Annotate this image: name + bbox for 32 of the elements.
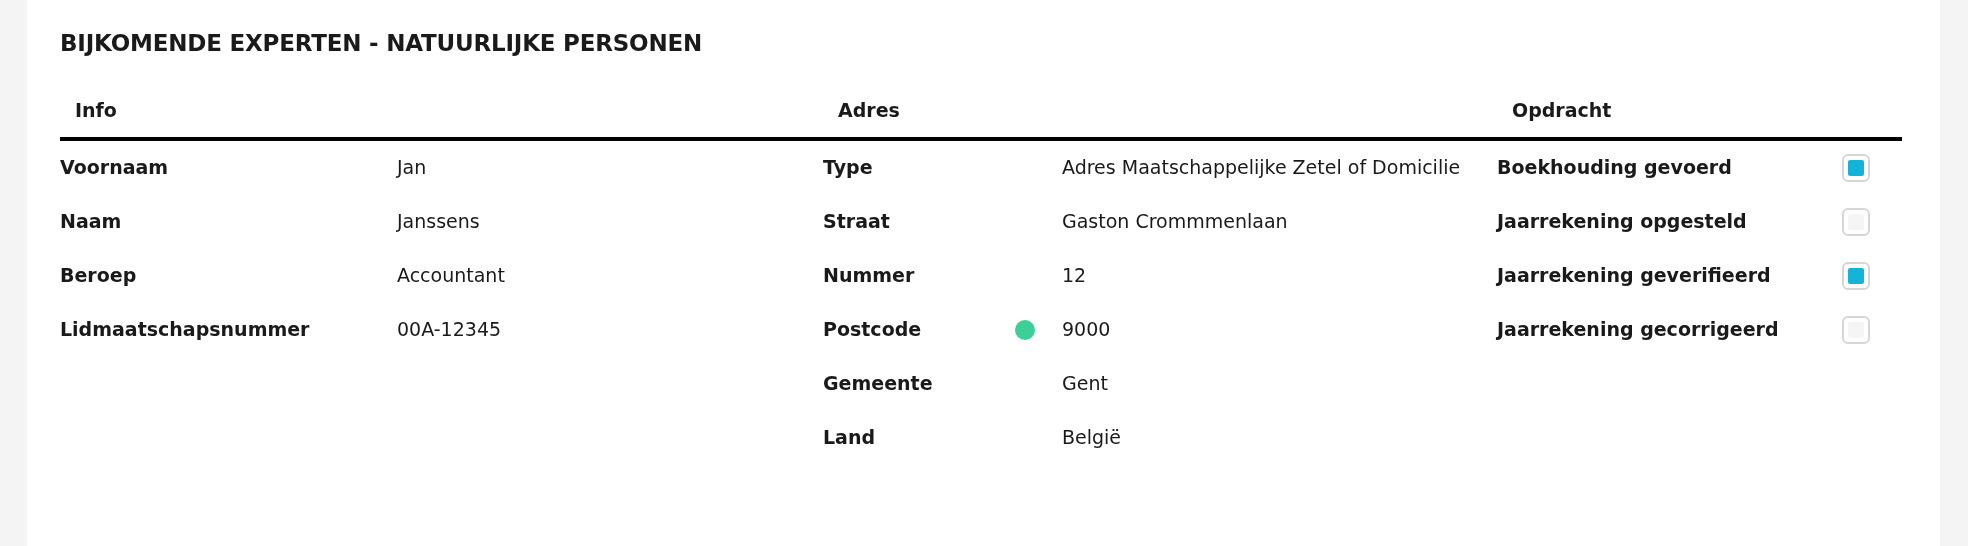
field-label: Jaarrekening opgesteld [1497, 209, 1748, 235]
field-label: Jaarrekening geverifieerd [1497, 263, 1772, 289]
field-label: Straat [823, 209, 891, 235]
checkbox[interactable] [1842, 153, 1870, 182]
field-label: Nummer [823, 263, 916, 289]
field-value: 00A-12345 [397, 316, 503, 342]
field-value: Accountant [397, 262, 506, 288]
section-title: BIJKOMENDE EXPERTEN - NATUURLIJKE PERSONEN [60, 30, 704, 58]
column-heading: Opdracht [1497, 90, 1902, 141]
field-label: Type [823, 155, 874, 181]
field-value: België [1062, 424, 1123, 450]
checkbox[interactable] [1842, 315, 1870, 344]
column-heading: Info [60, 90, 823, 141]
field-label: Gemeente [823, 371, 934, 397]
field-value: 9000 [1062, 316, 1112, 342]
field-label: Naam [60, 209, 123, 235]
field-value: Janssens [397, 208, 481, 234]
field-label: Lidmaatschapsnummer [60, 317, 311, 343]
checkbox[interactable] [1842, 207, 1870, 236]
field-value: Jan [397, 154, 428, 180]
field-label: Voornaam [60, 155, 170, 181]
field-label: Boekhouding gevoerd [1497, 155, 1733, 181]
column-heading: Adres [823, 90, 1497, 141]
field-value: Gaston Crommmenlaan [1062, 208, 1289, 234]
field-label: Land [823, 425, 877, 451]
field-label: Jaarrekening gecorrigeerd [1497, 317, 1780, 343]
field-value: Adres Maatschappelijke Zetel of Domicilie [1062, 154, 1462, 180]
checkbox[interactable] [1842, 261, 1870, 290]
field-label: Postcode [823, 317, 923, 343]
field-value: 12 [1062, 262, 1088, 288]
field-label: Beroep [60, 263, 138, 289]
field-value: Gent [1062, 370, 1109, 396]
